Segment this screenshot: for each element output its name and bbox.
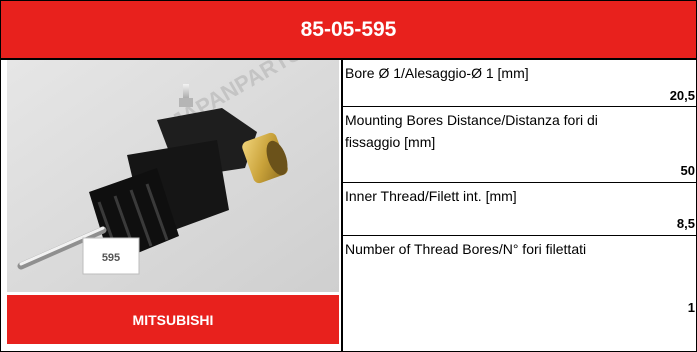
spec-label-mounting-distance: Mounting Bores Distance/Distanza fori di…	[345, 112, 598, 150]
spec-row-bore: Bore Ø 1/Alesaggio-Ø 1 [mm] 20,5	[343, 60, 696, 106]
spec-value-bore: 20,5	[669, 88, 695, 103]
part-number-header: 85-05-595	[1, 1, 696, 60]
spec-value-inner-thread: 8,5	[676, 216, 695, 231]
left-panel: JAPANPARTS 595 MITSUBISHI	[1, 60, 343, 351]
clutch-slave-cylinder-image: JAPANPARTS 595	[7, 60, 339, 292]
part-number: 85-05-595	[300, 17, 397, 41]
spec-label-inner-thread: Inner Thread/Filett int. [mm]	[345, 188, 517, 204]
part-label: 595	[102, 252, 120, 264]
spec-label-thread-bores: Number of Thread Bores/N° fori filettati	[345, 241, 587, 257]
spec-value-thread-bores: 1	[687, 300, 695, 315]
spec-value-mounting-distance: 50	[680, 163, 695, 178]
product-sheet: 85-05-595 JAPANPARTS 595 MITSUBISHI Bore…	[0, 0, 697, 352]
spec-row-mounting-distance: Mounting Bores Distance/Distanza fori di…	[343, 107, 696, 182]
spec-row-inner-thread: Inner Thread/Filett int. [mm] 8,5	[343, 183, 696, 235]
spec-row-thread-bores: Number of Thread Bores/N° fori filettati…	[343, 236, 696, 351]
brand-bar: MITSUBISHI	[7, 295, 339, 344]
product-photo: JAPANPARTS 595	[7, 60, 339, 292]
spec-table: Bore Ø 1/Alesaggio-Ø 1 [mm] 20,5 Mountin…	[343, 60, 696, 351]
brand-name: MITSUBISHI	[132, 311, 214, 328]
spec-label-bore: Bore Ø 1/Alesaggio-Ø 1 [mm]	[345, 65, 529, 81]
